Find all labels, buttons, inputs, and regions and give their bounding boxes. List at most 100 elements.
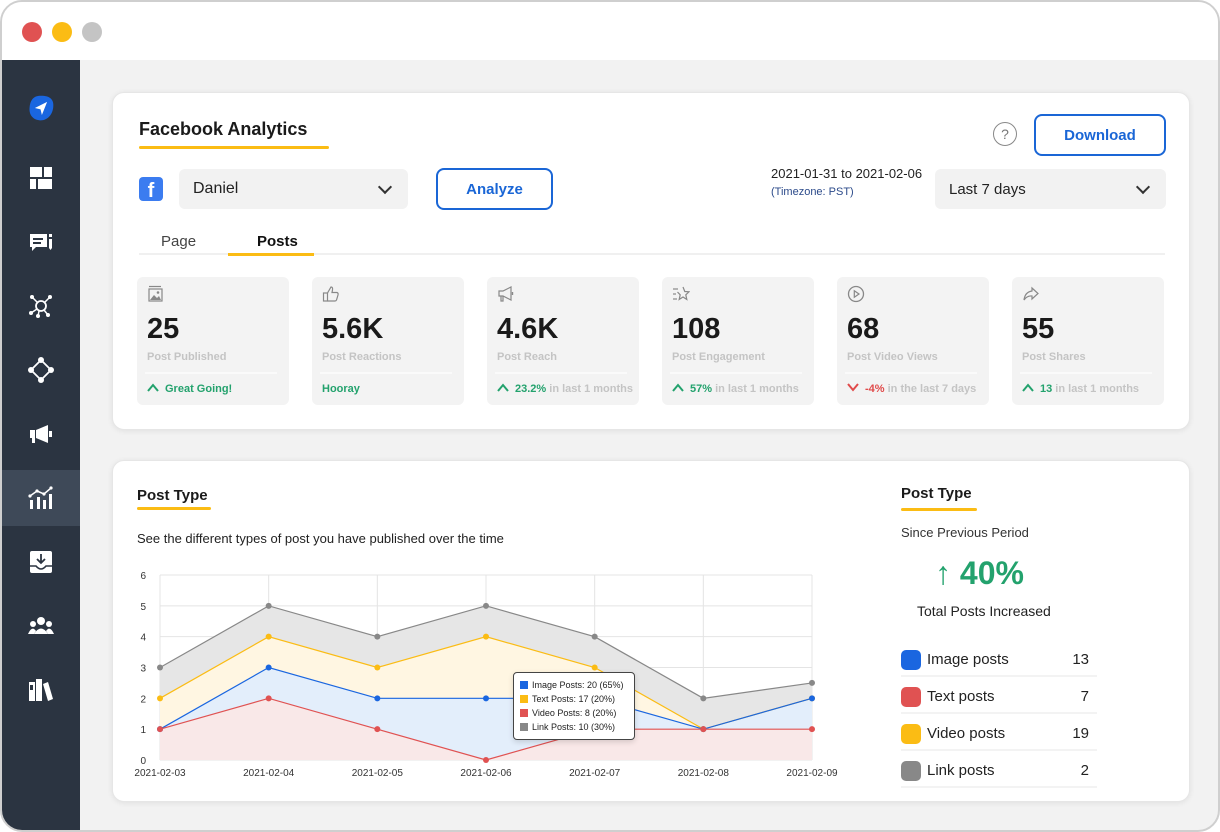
y-tick-label: 5	[140, 602, 146, 613]
analyze-button[interactable]: Analyze	[436, 168, 553, 210]
title-underline	[139, 146, 329, 149]
percent-value: 40%	[959, 555, 1024, 591]
star-icon	[672, 285, 691, 303]
sidebar	[2, 60, 80, 830]
divider	[495, 372, 627, 374]
account-select[interactable]: Daniel	[179, 169, 408, 209]
trend-highlight: Great Going!	[165, 383, 233, 395]
sidebar-item-dashboard[interactable]	[2, 150, 80, 206]
tooltip-label: Image Posts: 20 (65%)	[532, 680, 624, 690]
date-range: 2021-01-31 to 2021-02-06	[771, 166, 923, 181]
summary-title: Post Type	[901, 485, 972, 502]
stat-card: 25 Post Published Great Going!	[137, 277, 289, 405]
data-point	[157, 695, 163, 702]
legend-swatch	[520, 681, 528, 689]
data-point	[591, 633, 598, 640]
legend-swatch	[901, 686, 921, 707]
sidebar-item-library[interactable]	[2, 662, 80, 718]
divider	[670, 372, 802, 374]
trend-suffix: in last 1 months	[1052, 383, 1140, 395]
image-icon	[147, 285, 165, 303]
post-type-title: Post Type	[137, 487, 208, 504]
legend-swatch	[901, 649, 921, 670]
analytics-header-card: Facebook Analytics f Daniel Analyze ? Do…	[112, 92, 1190, 430]
legend-swatch	[520, 709, 528, 717]
y-tick-label: 2	[140, 694, 146, 705]
tooltip-row: Video Posts: 8 (20%)	[520, 706, 628, 720]
chevron-up-icon	[672, 383, 684, 392]
legend-swatch	[901, 723, 921, 744]
trend-suffix: in last 1 months	[712, 383, 799, 395]
stat-trend: 23.2% in last 1 months	[497, 383, 633, 395]
sidebar-item-campaigns[interactable]	[2, 406, 80, 462]
close-window-button[interactable]	[22, 22, 42, 42]
trend-suffix: in last 1 months	[546, 383, 633, 395]
divider	[145, 372, 277, 374]
sidebar-item-analytics[interactable]	[2, 470, 80, 526]
help-icon[interactable]: ?	[993, 122, 1017, 146]
minimize-window-button[interactable]	[52, 22, 72, 42]
tooltip-label: Text Posts: 17 (20%)	[532, 694, 616, 704]
legend-swatch	[520, 695, 528, 703]
timezone-label: (Timezone: PST)	[771, 186, 854, 198]
period-select-value: Last 7 days	[949, 180, 1026, 198]
analytics-icon	[28, 486, 53, 509]
sidebar-item-team[interactable]	[2, 598, 80, 654]
trend-highlight: 23.2%	[515, 383, 547, 395]
stat-label: Post Shares	[1022, 351, 1086, 363]
title-underline	[137, 507, 211, 510]
data-point	[483, 757, 489, 763]
legend-name: Text posts	[927, 688, 995, 705]
page-title: Facebook Analytics	[139, 119, 308, 139]
stat-label: Post Reactions	[322, 351, 402, 363]
tooltip-row: Text Posts: 17 (20%)	[520, 692, 628, 706]
tab-page[interactable]: Page	[161, 233, 196, 250]
maximize-window-button[interactable]	[82, 22, 102, 42]
sidebar-item-inbox[interactable]	[2, 534, 80, 590]
post-type-description: See the different types of post you have…	[137, 531, 504, 546]
megaphone-icon	[497, 285, 515, 303]
stat-card: 68 Post Video Views -4% in the last 7 da…	[837, 277, 989, 405]
download-button[interactable]: Download	[1034, 114, 1166, 156]
comments-icon	[30, 234, 52, 251]
trend-highlight: 57%	[690, 383, 713, 395]
share-icon	[1022, 285, 1040, 303]
sidebar-item-comments[interactable]	[2, 214, 80, 270]
x-tick-label: 2021-02-06	[460, 768, 512, 779]
stat-value: 25	[147, 313, 180, 345]
legend-swatch	[901, 760, 921, 781]
period-select[interactable]: Last 7 days	[935, 169, 1166, 209]
increase-percent: ↑ 40%	[935, 555, 1024, 592]
data-point	[809, 695, 815, 702]
stat-label: Post Reach	[497, 351, 557, 363]
x-tick-label: 2021-02-08	[678, 768, 730, 779]
app-window: Facebook Analytics f Daniel Analyze ? Do…	[0, 0, 1220, 832]
y-tick-label: 6	[140, 571, 146, 582]
data-point	[700, 726, 707, 733]
legend-swatch	[520, 723, 528, 731]
legend-item: Image posts 13	[901, 644, 1097, 677]
x-tick-label: 2021-02-07	[569, 768, 621, 779]
trend-suffix: in the last 7 days	[884, 383, 977, 395]
divider	[845, 372, 977, 374]
sidebar-item-integrations[interactable]	[2, 342, 80, 398]
data-point	[591, 664, 598, 671]
sidebar-item-logo[interactable]	[2, 80, 80, 136]
legend-count: 7	[1080, 688, 1089, 705]
y-tick-label: 4	[140, 633, 146, 644]
data-point	[483, 633, 489, 640]
divider	[320, 372, 452, 374]
chevron-down-icon	[1135, 179, 1151, 194]
stat-trend: 57% in last 1 months	[672, 383, 799, 395]
data-point	[265, 664, 272, 671]
data-point	[265, 602, 272, 609]
sidebar-item-network[interactable]	[2, 278, 80, 334]
increase-caption: Total Posts Increased	[917, 603, 1051, 619]
stat-trend: Hooray	[322, 383, 360, 395]
stat-card: 4.6K Post Reach 23.2% in last 1 months	[487, 277, 639, 405]
chevron-down-icon	[847, 383, 859, 392]
trend-highlight: 13	[1040, 383, 1053, 395]
stat-value: 108	[672, 313, 721, 345]
tab-posts[interactable]: Posts	[257, 233, 298, 250]
trend-highlight: -4%	[865, 383, 885, 395]
